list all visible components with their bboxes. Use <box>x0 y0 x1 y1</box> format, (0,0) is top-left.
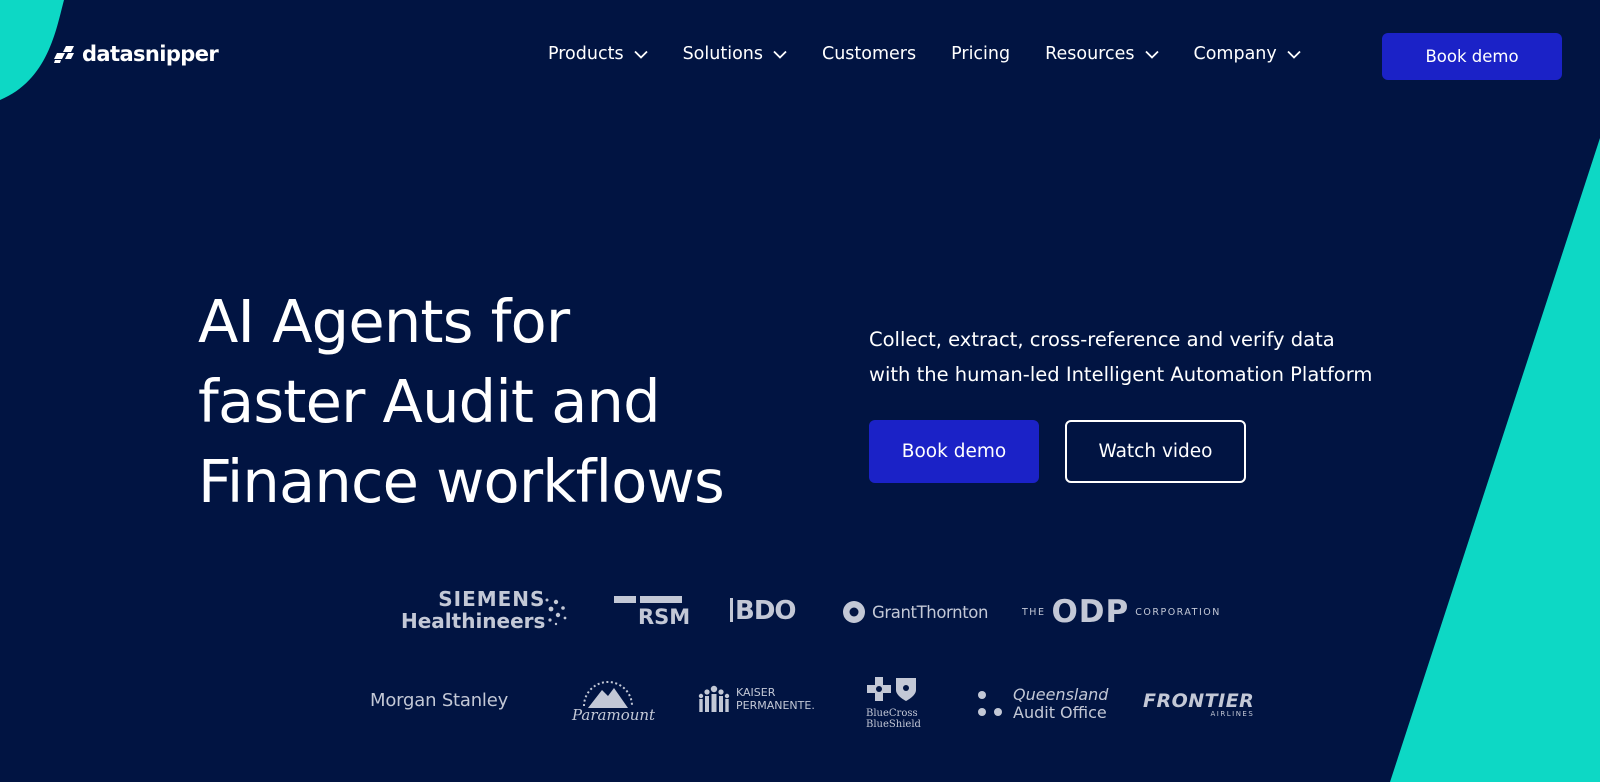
bluecross-blueshield-logo: BlueCross BlueShield <box>866 676 921 730</box>
brand-name: datasnipper <box>82 42 219 66</box>
chevron-down-icon <box>633 50 648 59</box>
nav-item-company[interactable]: Company <box>1194 44 1301 64</box>
nav-item-label: Solutions <box>682 44 763 64</box>
kaiser-line: KAISER <box>736 686 776 699</box>
hero-title: AI Agents for faster Audit and Finance w… <box>198 282 818 522</box>
odp-main-text: ODP <box>1051 594 1130 630</box>
grant-thornton-circle-icon <box>843 601 865 623</box>
kaiser-logo-text: KAISER PERMANENTE. <box>736 686 815 712</box>
bdo-bar-icon <box>730 598 733 622</box>
datasnipper-logo-icon <box>54 46 74 63</box>
odp-corporation-logo: THE ODP CORPORATION <box>1022 594 1221 630</box>
rsm-logo-text: RSM <box>638 605 691 629</box>
paramount-logo: Paramount <box>570 676 655 728</box>
hero-subtitle-line: Collect, extract, cross-reference and ve… <box>869 328 1335 351</box>
odp-the-text: THE <box>1022 606 1046 618</box>
nav-item-label: Products <box>548 44 624 64</box>
frontier-airlines-logo: FRONTIER AIRLINES <box>1143 690 1254 718</box>
chevron-down-icon <box>1144 50 1159 59</box>
qao-dots-icon <box>978 691 1002 716</box>
hero-title-line: AI Agents for <box>198 287 570 356</box>
audit-office-line: Audit Office <box>1013 703 1107 722</box>
bdo-logo: BDO <box>730 596 797 626</box>
nav-item-customers[interactable]: Customers <box>822 44 916 64</box>
main-nav: Products Solutions Customers Pricing Res… <box>548 44 1301 64</box>
hero-title-line: Finance workflows <box>198 447 725 516</box>
bluecross-line: BlueCross <box>866 708 918 719</box>
bdo-logo-text: BDO <box>735 596 797 626</box>
bcbs-logo-text: BlueCross BlueShield <box>866 708 921 730</box>
hero-subtitle-line: with the human-led Intelligent Automatio… <box>869 363 1373 386</box>
nav-item-solutions[interactable]: Solutions <box>683 44 787 64</box>
rsm-bars-icon <box>614 596 690 603</box>
kaiser-figures-icon <box>698 685 730 712</box>
hero-title-line: faster Audit and <box>198 367 661 436</box>
siemens-healthineers-logo: SIEMENS Healthineers <box>401 587 567 633</box>
nav-item-label: Pricing <box>951 44 1011 64</box>
brand-logo[interactable]: datasnipper <box>52 42 219 66</box>
nav-item-products[interactable]: Products <box>548 44 648 64</box>
nav-item-pricing[interactable]: Pricing <box>951 44 1010 64</box>
cross-shield-icon <box>867 677 916 701</box>
queensland-line: Queensland <box>1013 685 1109 704</box>
grant-thornton-logo: GrantThornton <box>842 600 988 624</box>
blueshield-line: BlueShield <box>866 719 921 730</box>
odp-corporation-text: CORPORATION <box>1135 606 1221 618</box>
paramount-logo-text: Paramount <box>572 706 656 724</box>
queensland-audit-office-logo: Queensland Audit Office <box>975 686 1108 722</box>
siemens-dots-icon <box>545 598 567 626</box>
header-book-demo-button[interactable]: Book demo <box>1382 33 1562 80</box>
grant-thornton-logo-text: GrantThornton <box>872 602 989 622</box>
permanente-line: PERMANENTE. <box>736 699 815 712</box>
chevron-down-icon <box>1287 50 1301 59</box>
hero-subtitle: Collect, extract, cross-reference and ve… <box>869 322 1429 392</box>
nav-item-resources[interactable]: Resources <box>1045 44 1159 64</box>
site-header: datasnipper Products Solutions Customers… <box>0 0 1600 112</box>
nav-item-label: Resources <box>1045 44 1135 64</box>
frontier-logo-text: FRONTIER <box>1143 690 1255 712</box>
nav-item-label: Company <box>1193 44 1277 64</box>
hero-book-demo-button[interactable]: Book demo <box>869 420 1039 483</box>
healthineers-logo-text: Healthineers <box>401 609 546 633</box>
rsm-logo: RSM <box>614 596 690 629</box>
kaiser-permanente-logo: KAISER PERMANENTE. <box>696 684 815 714</box>
morgan-stanley-logo: Morgan Stanley <box>370 690 509 711</box>
qao-logo-text: Queensland Audit Office <box>1013 686 1108 722</box>
hero-watch-video-button[interactable]: Watch video <box>1065 420 1246 483</box>
chevron-down-icon <box>773 50 787 59</box>
siemens-logo-text: SIEMENS <box>438 587 546 611</box>
nav-item-label: Customers <box>822 44 917 64</box>
